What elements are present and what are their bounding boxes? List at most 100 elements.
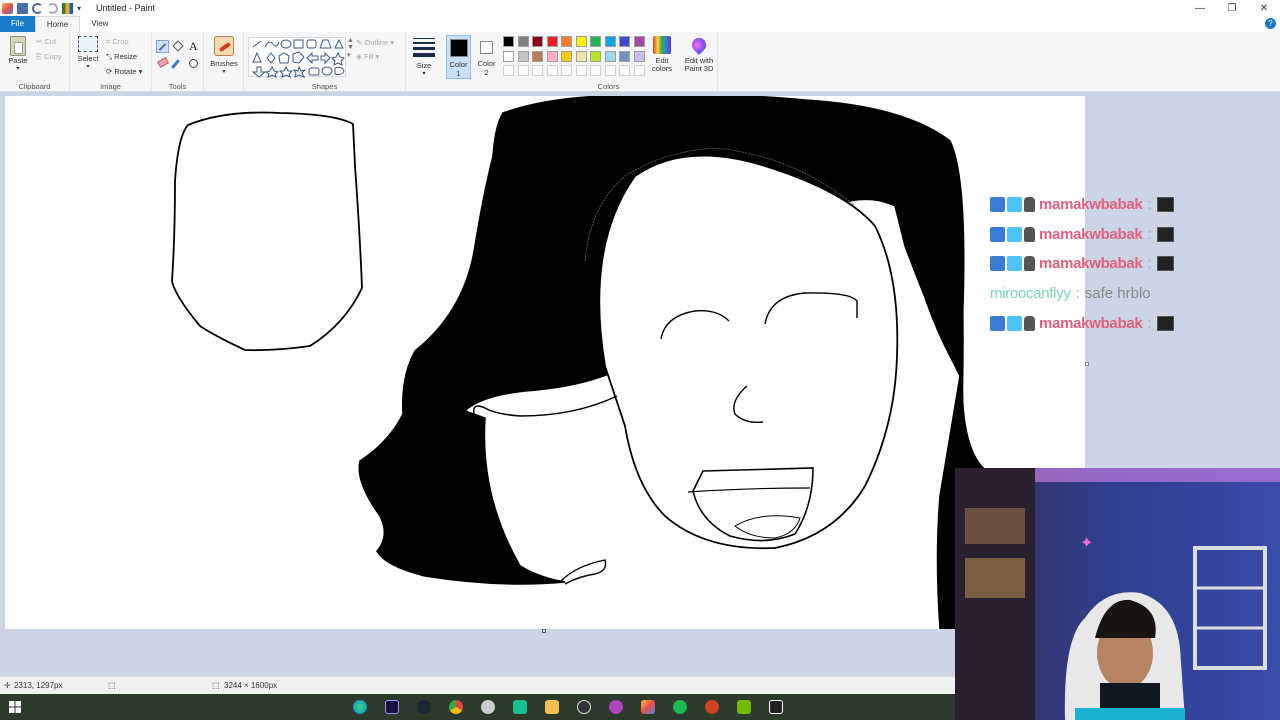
close-button[interactable]: ✕	[1248, 0, 1280, 16]
taskbar-paint-icon[interactable]	[632, 694, 664, 720]
color-swatch[interactable]	[546, 36, 558, 47]
taskbar-spotify-icon[interactable]	[664, 694, 696, 720]
custom-color-swatch[interactable]	[561, 65, 572, 76]
taskbar-chrome-icon[interactable]	[440, 694, 472, 720]
color-swatch[interactable]	[532, 50, 543, 62]
copy-button[interactable]: ⎘ Copy	[36, 52, 62, 62]
color-swatch[interactable]	[546, 50, 558, 62]
color2-button[interactable]: Color 2	[474, 35, 499, 79]
canvas-resize-handle[interactable]	[542, 629, 546, 633]
tab-home[interactable]: Home	[34, 16, 81, 32]
color-swatch[interactable]	[619, 50, 630, 62]
qat-dropdown-icon[interactable]: ▾	[77, 3, 88, 14]
customize-qat-icon[interactable]	[62, 2, 73, 14]
status-bar: ✛ 2313, 1297px ⬚ ⬚ 3244 × 1600px	[0, 676, 955, 694]
subscriber-badge-icon	[1007, 315, 1022, 331]
color-picker-icon[interactable]	[171, 59, 180, 69]
brushes-group[interactable]: Brushes ▾	[204, 32, 244, 92]
chat-badges	[990, 197, 1035, 213]
save-icon[interactable]	[17, 2, 28, 14]
color-swatch[interactable]	[517, 50, 529, 62]
edit-colors-button[interactable]: Edit colors	[650, 36, 674, 73]
color-swatch[interactable]	[590, 36, 601, 47]
color-swatch[interactable]	[532, 36, 543, 47]
outline-button[interactable]: ✎ Outline ▾	[356, 38, 394, 47]
taskbar-epic-icon[interactable]	[760, 694, 792, 720]
custom-color-swatch[interactable]	[619, 65, 630, 76]
eraser-tool-icon[interactable]	[156, 56, 170, 69]
pencil-tool-icon[interactable]	[156, 40, 169, 53]
color-swatch[interactable]	[619, 36, 630, 47]
tab-file[interactable]: File	[0, 16, 35, 32]
custom-color-swatch[interactable]	[503, 65, 514, 76]
ear-shape	[559, 559, 607, 585]
color-swatch[interactable]	[503, 36, 514, 47]
tab-view[interactable]: View	[80, 16, 119, 32]
color-swatch[interactable]	[590, 50, 601, 62]
color-swatch[interactable]	[604, 36, 616, 47]
custom-color-swatch[interactable]	[532, 65, 543, 76]
color-swatch[interactable]	[575, 36, 587, 47]
moderator-badge-icon	[990, 315, 1005, 331]
neon-sign-text: ✦	[1080, 533, 1093, 552]
magnifier-icon[interactable]	[189, 59, 198, 68]
size-group[interactable]: Size ▾	[406, 32, 442, 92]
webcam-overlay: ✦	[955, 468, 1280, 720]
taskbar-file-explorer-icon[interactable]	[536, 694, 568, 720]
color-swatch[interactable]	[575, 50, 587, 62]
canvas-resize-handle-right[interactable]	[1085, 362, 1089, 366]
chat-badges	[990, 226, 1035, 242]
color-swatch[interactable]	[561, 50, 572, 62]
color-swatch[interactable]	[633, 50, 645, 62]
taskbar-app2-icon[interactable]	[600, 694, 632, 720]
custom-color-swatch[interactable]	[575, 65, 587, 76]
taskbar-app-icon[interactable]	[472, 694, 504, 720]
fill-tool-icon[interactable]	[172, 40, 184, 52]
taskbar-discord-icon[interactable]	[504, 694, 536, 720]
start-button[interactable]	[0, 694, 30, 720]
select-icon	[78, 36, 98, 52]
color-swatch[interactable]	[503, 50, 514, 62]
fill-button[interactable]: ◈ Fill ▾	[356, 52, 379, 61]
crop-button[interactable]: ⌗ Crop	[106, 37, 129, 47]
rotate-button[interactable]: ⟳ Rotate ▾	[106, 67, 142, 76]
redo-icon[interactable]	[47, 2, 58, 14]
taskbar-app3-icon[interactable]	[696, 694, 728, 720]
taskbar-obs-icon[interactable]	[568, 694, 600, 720]
custom-color-swatch[interactable]	[546, 65, 558, 76]
custom-color-swatch[interactable]	[633, 65, 645, 76]
maximize-button[interactable]: ❐	[1216, 0, 1248, 16]
webcam-feed: ✦	[955, 468, 1280, 720]
shapes-gallery[interactable]	[248, 37, 346, 78]
select-button[interactable]: Select ▾	[75, 36, 101, 70]
taskbar-edge-icon[interactable]	[344, 694, 376, 720]
edit-with-paint3d-button[interactable]: Edit with Paint 3D	[682, 35, 716, 73]
undo-icon[interactable]	[32, 2, 43, 14]
shapes-scroll[interactable]: ▲ ▼ ▾	[347, 37, 354, 59]
drawing-canvas[interactable]	[5, 96, 1085, 629]
paste-button[interactable]: Paste ▾	[4, 36, 32, 72]
subscriber-badge-icon	[1007, 226, 1022, 242]
custom-color-swatch[interactable]	[604, 65, 616, 76]
custom-color-swatch[interactable]	[517, 65, 529, 76]
color-swatch[interactable]	[604, 50, 616, 62]
custom-color-swatch[interactable]	[590, 65, 601, 76]
gift-badge-icon	[1024, 315, 1035, 331]
color-swatch[interactable]	[561, 36, 572, 47]
taskbar-steam-icon[interactable]	[408, 694, 440, 720]
moderator-badge-icon	[990, 226, 1005, 242]
brushes-button[interactable]: Brushes ▾	[210, 36, 238, 75]
resize-button[interactable]: ⤡ Resize	[106, 52, 137, 62]
text-tool-icon[interactable]: A	[189, 39, 198, 54]
color-swatch[interactable]	[633, 36, 645, 47]
minimize-button[interactable]: —	[1184, 0, 1216, 16]
size-button[interactable]: Size ▾	[412, 36, 436, 77]
help-icon[interactable]: ?	[1265, 18, 1276, 29]
cut-button[interactable]: ✂ Cut	[36, 37, 56, 46]
image-group-label: Image	[100, 82, 121, 91]
taskbar-nvidia-icon[interactable]	[728, 694, 760, 720]
color-swatch[interactable]	[517, 36, 529, 47]
color1-button[interactable]: Color 1	[446, 35, 471, 79]
taskbar-premiere-icon[interactable]	[376, 694, 408, 720]
left-outline-shape	[171, 111, 363, 352]
